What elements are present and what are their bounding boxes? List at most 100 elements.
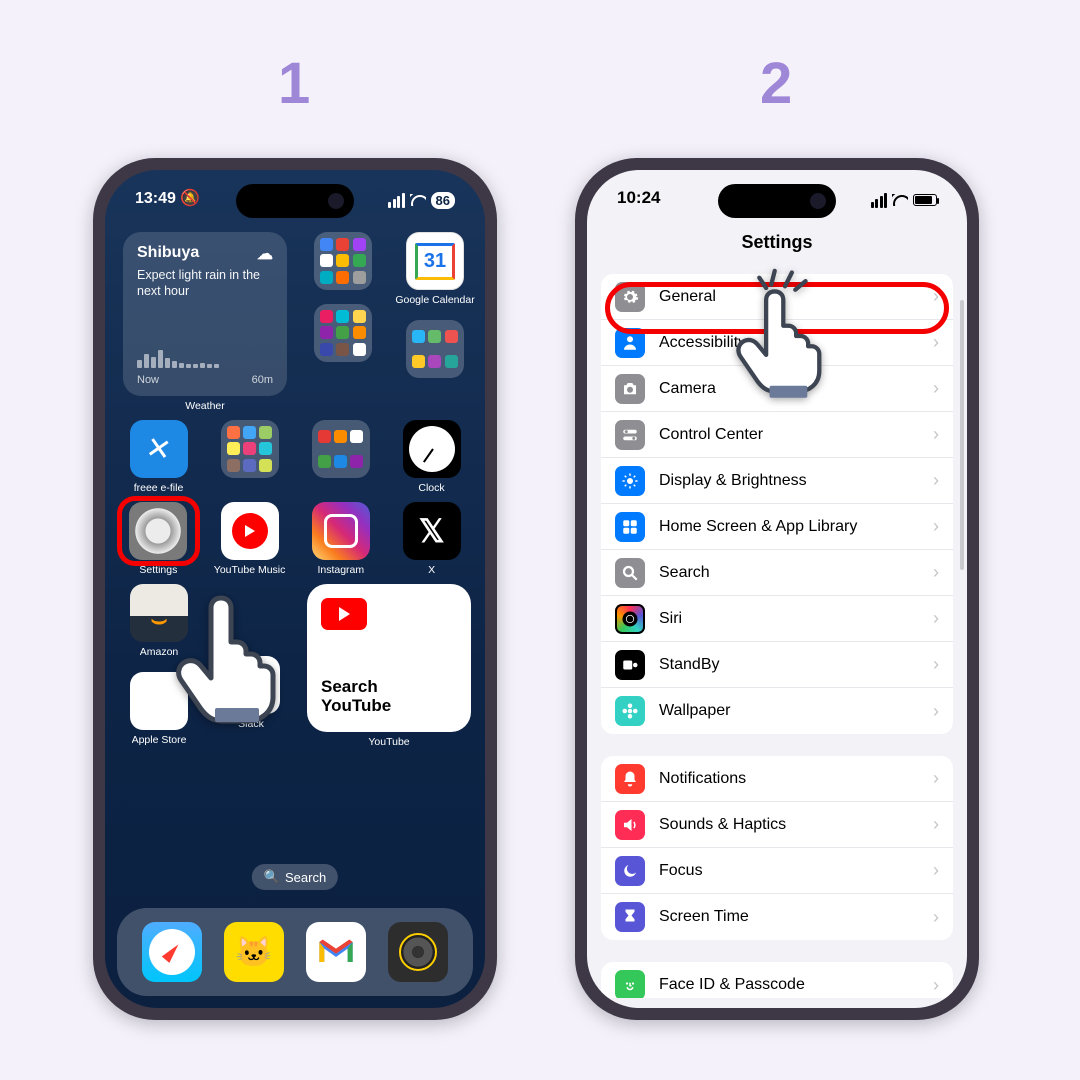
line-app[interactable]: 🐱 [224,922,284,982]
chevron-right-icon: › [933,516,939,537]
signal-icon [871,193,888,208]
chevron-right-icon: › [933,654,939,675]
settings-row-focus[interactable]: Focus › [601,848,953,894]
row-label: Focus [659,862,703,880]
moon-icon [615,856,645,886]
settings-group-2: Notifications›Sounds & Haptics›Focus›Scr… [601,756,953,940]
chevron-right-icon: › [933,907,939,928]
wifi-icon [892,194,908,206]
grid-icon [615,512,645,542]
camera-icon [615,374,645,404]
battery-icon [913,194,937,206]
row-label: Face ID & Passcode [659,976,805,994]
spotlight-search[interactable]: 🔍 Search [252,864,338,890]
chevron-right-icon: › [933,332,939,353]
face-icon [615,970,645,998]
standby-icon [615,650,645,680]
x-app[interactable]: 𝕏 [403,502,461,560]
person-icon [615,328,645,358]
chevron-right-icon: › [933,975,939,996]
settings-row-search[interactable]: Search › [601,550,953,596]
row-label: Sounds & Haptics [659,816,786,834]
chevron-right-icon: › [933,286,939,307]
safari-app[interactable] [142,922,202,982]
settings-row-control-center[interactable]: Control Center › [601,412,953,458]
row-label: Display & Brightness [659,472,807,490]
freee-app[interactable] [130,420,188,478]
folder-2[interactable] [314,304,372,362]
dynamic-island [236,184,354,218]
speaker-icon [615,810,645,840]
settings-row-screen-time[interactable]: Screen Time › [601,894,953,940]
weather-label: Weather [185,400,225,412]
settings-row-home-screen-app-library[interactable]: Home Screen & App Library › [601,504,953,550]
dynamic-island [718,184,836,218]
row-label: Screen Time [659,908,749,926]
bell-icon [615,764,645,794]
cloud-icon: ☁ [257,244,273,264]
google-calendar-app[interactable]: 31 [406,232,464,290]
settings-app[interactable] [129,502,187,560]
chevron-right-icon: › [933,562,939,583]
settings-row-standby[interactable]: StandBy › [601,642,953,688]
settings-row-siri[interactable]: Siri › [601,596,953,642]
step-number-2: 2 [760,50,792,117]
wifi-icon [410,194,426,206]
clock-app[interactable] [403,420,461,478]
chevron-right-icon: › [933,768,939,789]
instagram-app[interactable] [312,502,370,560]
folder-3[interactable] [406,320,464,378]
row-label: Siri [659,610,682,628]
iphone-settings: 10:24 Settings General›Accessibility›Cam… [575,158,979,1020]
pointer-hand-icon [173,588,293,728]
folder-4[interactable] [221,420,279,478]
gmail-app[interactable] [306,922,366,982]
step-number-1: 1 [278,50,310,117]
signal-icon [388,193,405,208]
siri-icon [615,604,645,634]
chevron-right-icon: › [933,608,939,629]
row-label: General [659,288,716,306]
youtube-music-app[interactable] [221,502,279,560]
settings-row-face-id-passcode[interactable]: Face ID & Passcode › [601,962,953,998]
settings-row-sounds-haptics[interactable]: Sounds & Haptics › [601,802,953,848]
gear-icon [615,282,645,312]
flower-icon [615,696,645,726]
row-label: Camera [659,380,716,398]
row-label: Wallpaper [659,702,730,720]
chevron-right-icon: › [933,470,939,491]
row-label: Home Screen & App Library [659,518,857,536]
timer-icon [615,902,645,932]
weather-widget[interactable]: Shibuya ☁ Expect light rain in the next … [123,232,287,396]
battery-level: 86 [431,192,455,209]
chevron-right-icon: › [933,860,939,881]
settings-row-display-brightness[interactable]: Display & Brightness › [601,458,953,504]
row-label: Notifications [659,770,746,788]
weather-location: Shibuya [137,244,199,264]
row-label: StandBy [659,656,719,674]
row-label: Control Center [659,426,763,444]
chevron-right-icon: › [933,701,939,722]
switches-icon [615,420,645,450]
page-title: Settings [587,232,967,253]
settings-row-notifications[interactable]: Notifications › [601,756,953,802]
youtube-widget[interactable]: Search YouTube [307,584,471,732]
pointer-hand-icon [725,266,845,406]
settings-group-3: Face ID & Passcode › [601,962,953,998]
status-time: 10:24 [617,188,660,212]
chevron-right-icon: › [933,814,939,835]
dock: 🐱 [117,908,473,996]
settings-row-wallpaper[interactable]: Wallpaper › [601,688,953,734]
folder-5[interactable] [312,420,370,478]
chevron-right-icon: › [933,378,939,399]
status-time: 13:49 🔕 [135,188,200,212]
iphone-homescreen: 13:49 🔕 86 Shibuya ☁ Expect light rain i… [93,158,497,1020]
weather-desc: Expect light rain in the next hour [137,268,273,299]
youtube-icon [321,598,367,630]
camera-app[interactable] [388,922,448,982]
search-icon [615,558,645,588]
chevron-right-icon: › [933,424,939,445]
scrollbar[interactable] [960,300,964,570]
folder-1[interactable] [314,232,372,290]
row-label: Search [659,564,710,582]
